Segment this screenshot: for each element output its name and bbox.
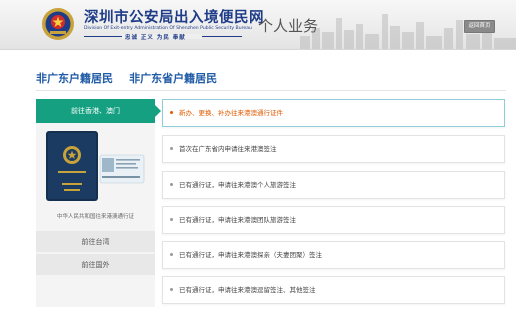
service-item-group-tour[interactable]: 已有通行证，申请往来港澳团队旅游签注 xyxy=(162,206,505,234)
section-title: 个人业务 xyxy=(258,17,319,35)
sidebar-item-taiwan[interactable]: 前往台湾 xyxy=(36,230,155,252)
sidebar-item-abroad[interactable]: 前往国外 xyxy=(36,253,155,275)
site-title: 深圳市公安局出入境便民网 xyxy=(84,10,264,26)
service-label: 首次在广东省内申请往来港澳签注 xyxy=(179,145,277,153)
bullet-icon xyxy=(170,182,173,186)
site-subtitle-en: Division Of Exit-entry Administration Of… xyxy=(84,26,252,31)
home-button[interactable]: 返回首页 xyxy=(464,20,495,33)
bullet-icon xyxy=(170,287,173,291)
bullet-icon xyxy=(170,110,173,114)
bullet-icon xyxy=(170,252,173,256)
service-item-new-permit[interactable]: 新办、更换、补办往来港澳通行证件 xyxy=(162,99,505,127)
service-label: 已有通行证，申请往来港澳团队旅游签注 xyxy=(179,216,296,224)
permit-caption: 中华人民共和国往来港澳通行证 xyxy=(56,214,134,220)
id-card-icon xyxy=(99,154,145,184)
sidebar-item-hongkong-macau[interactable]: 前往香港、澳门 xyxy=(36,99,161,123)
site-header: 深圳市公安局出入境便民网 Division Of Exit-entry Admi… xyxy=(0,0,516,50)
resident-tabs: 非广东户籍居民 非广东省户籍居民 xyxy=(36,67,228,86)
divider xyxy=(36,90,506,91)
service-item-first-endorsement[interactable]: 首次在广东省内申请往来港澳签注 xyxy=(162,135,505,163)
service-item-family-visit[interactable]: 已有通行证，申请往来港澳探亲（夫妻团聚）签注 xyxy=(162,241,505,269)
service-item-stay-other[interactable]: 已有通行证，申请往来港澳逗留签注、其他签注 xyxy=(162,276,505,304)
service-label: 已有通行证，申请往来港澳个人旅游签注 xyxy=(179,181,296,189)
service-item-individual-tour[interactable]: 已有通行证，申请往来港澳个人旅游签注 xyxy=(162,171,505,199)
tab-non-guangdong-province-resident[interactable]: 非广东省户籍居民 xyxy=(129,70,217,86)
bullet-icon xyxy=(170,217,173,221)
permit-booklet-icon xyxy=(46,131,145,201)
service-label: 新办、更换、补办往来港澳通行证件 xyxy=(179,109,283,117)
police-emblem-icon xyxy=(42,8,74,40)
tab-non-guangdong-resident[interactable]: 非广东户籍居民 xyxy=(36,70,113,86)
site-slogan: 忠诚 正义 为民 奉献 xyxy=(125,35,186,41)
bullet-icon xyxy=(170,146,173,150)
destination-sidebar: 前往香港、澳门 中华人民共和国往来港澳通行证 前往台湾 前往国外 xyxy=(36,99,161,307)
service-label: 已有通行证，申请往来港澳探亲（夫妻团聚）签注 xyxy=(179,251,322,259)
service-label: 已有通行证，申请往来港澳逗留签注、其他签注 xyxy=(179,286,316,294)
